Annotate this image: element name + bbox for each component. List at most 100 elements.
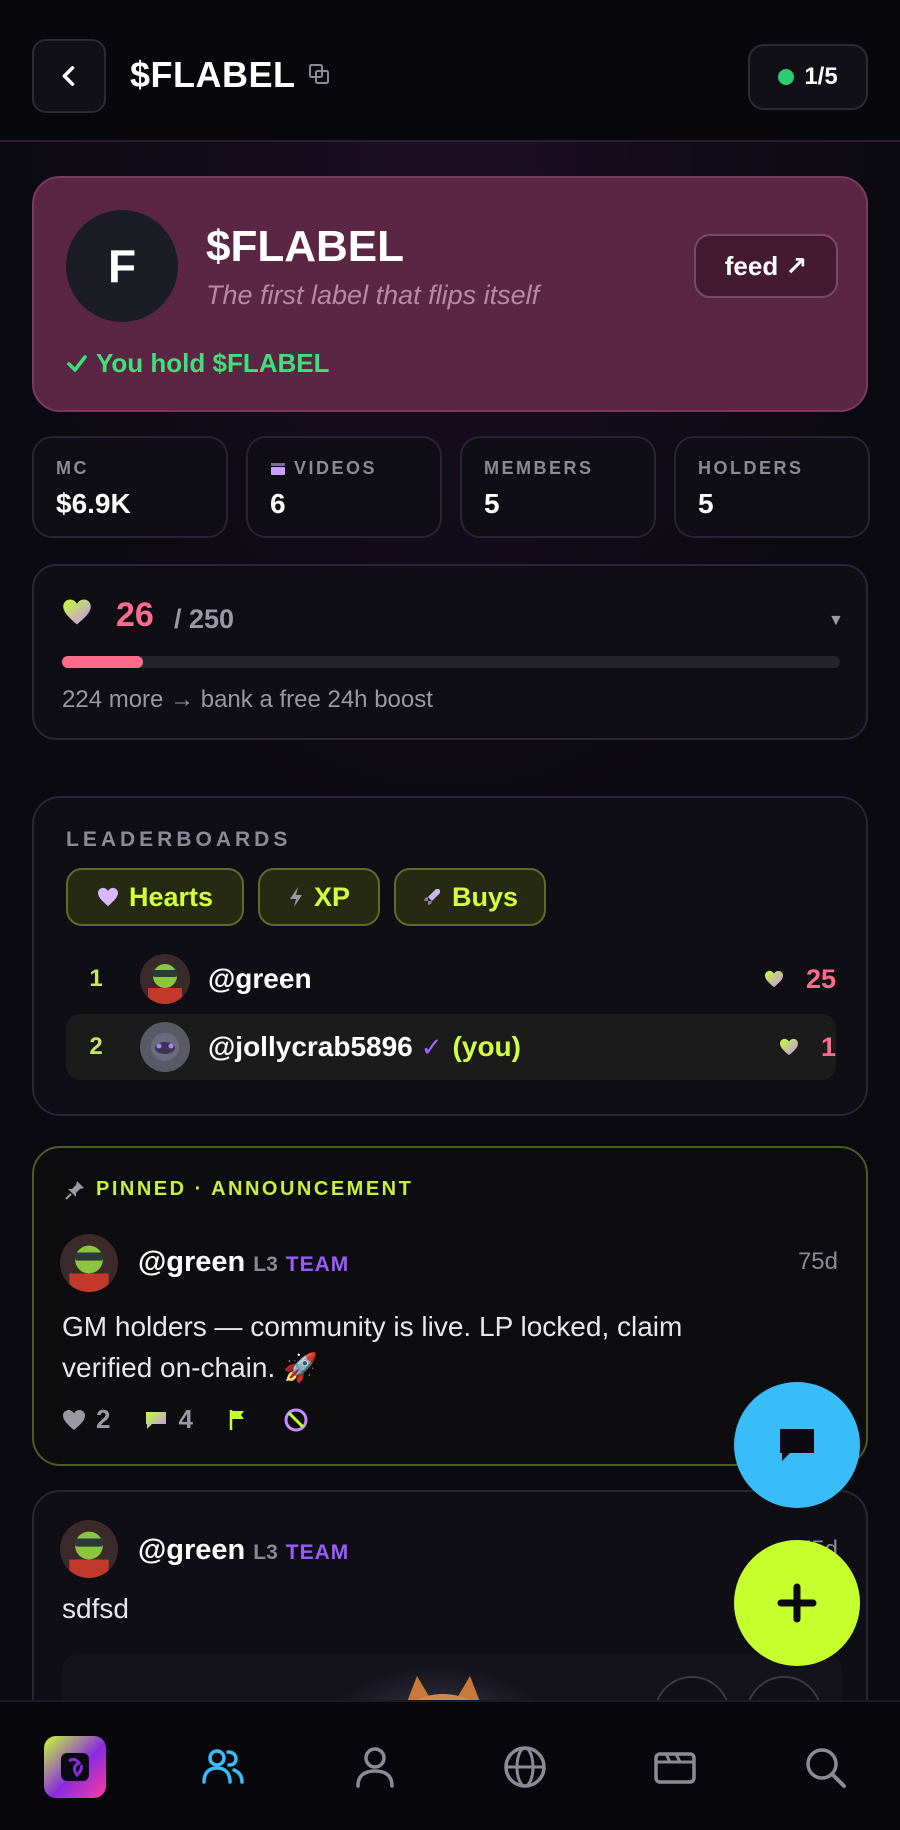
back-button[interactable] bbox=[32, 39, 106, 113]
avatar[interactable] bbox=[60, 1520, 118, 1578]
like-button[interactable]: 2 bbox=[62, 1404, 110, 1435]
heart-icon bbox=[63, 599, 91, 625]
leaderboards-title: LEADERBOARDS bbox=[66, 828, 292, 851]
leaderboard-row-you[interactable]: 2 @jollycrab5896 ✓ (you) 1 bbox=[66, 1014, 836, 1080]
caret-down-icon[interactable]: ▼ bbox=[828, 612, 844, 630]
tab-xp[interactable]: XP bbox=[258, 868, 380, 926]
avatar bbox=[140, 1022, 190, 1072]
score: 25 bbox=[764, 964, 836, 995]
team-badge: TEAM bbox=[285, 1541, 350, 1564]
stat-label: MC bbox=[56, 458, 89, 478]
create-post-fab[interactable] bbox=[734, 1540, 860, 1666]
bottom-navigation bbox=[0, 1700, 900, 1830]
token-avatar: F bbox=[66, 210, 178, 322]
username: @jollycrab5896 bbox=[208, 1031, 413, 1062]
tab-label: Hearts bbox=[128, 881, 214, 912]
rank: 1 bbox=[89, 965, 103, 992]
token-tagline: The first label that flips itself bbox=[206, 280, 540, 310]
progress-fill bbox=[62, 656, 143, 668]
comment-button[interactable]: 4 bbox=[144, 1404, 193, 1435]
search-icon bbox=[806, 1748, 846, 1788]
heart-icon bbox=[764, 970, 783, 988]
hearts-count: 26 bbox=[116, 596, 154, 634]
profile-icon bbox=[356, 1747, 394, 1788]
heart-icon bbox=[63, 1409, 85, 1430]
username: @green bbox=[138, 1246, 246, 1278]
hold-status: You hold $FLABEL bbox=[66, 348, 330, 379]
stat-value: 5 bbox=[484, 488, 500, 519]
token-hero-card: F $FLABEL The first label that flips its… bbox=[32, 176, 868, 412]
status-dot bbox=[778, 69, 795, 85]
post-time: 75d bbox=[797, 1248, 838, 1275]
leaderboard-row[interactable]: 1 @green 25 bbox=[66, 946, 836, 1012]
flag-icon bbox=[229, 1409, 244, 1430]
app-logo bbox=[44, 1736, 106, 1798]
nav-videos[interactable] bbox=[642, 1734, 708, 1800]
stat-members[interactable]: MEMBERS 5 bbox=[460, 436, 656, 538]
post-actions: 2 4 bbox=[62, 1404, 309, 1435]
hold-status-label: You hold $FLABEL bbox=[96, 348, 330, 378]
report-button[interactable] bbox=[227, 1408, 249, 1432]
tab-label: Buys bbox=[451, 881, 519, 912]
stat-label: MEMBERS bbox=[484, 458, 594, 478]
username: @green bbox=[138, 1534, 246, 1566]
leaderboards-card: LEADERBOARDS Hearts XP Buys 1 @green 25 … bbox=[32, 796, 868, 1116]
level-badge: L3 bbox=[253, 1253, 278, 1276]
nav-home[interactable] bbox=[42, 1734, 108, 1800]
score: 1 bbox=[779, 1032, 836, 1063]
pinned-label: PINNED · ANNOUNCEMENT bbox=[64, 1178, 413, 1201]
heart-icon bbox=[97, 887, 118, 907]
stat-value: 5 bbox=[698, 488, 714, 519]
progress-track bbox=[62, 656, 840, 668]
rank: 2 bbox=[89, 1033, 103, 1060]
avatar[interactable] bbox=[60, 1234, 118, 1292]
tab-buys[interactable]: Buys bbox=[394, 868, 546, 926]
bolt-icon bbox=[289, 887, 302, 907]
plus-icon bbox=[777, 1583, 817, 1623]
you-tag: (you) bbox=[452, 1031, 521, 1062]
stat-label: VIDEOS bbox=[270, 458, 377, 479]
verified-check-icon: ✓ bbox=[420, 1031, 443, 1062]
check-icon bbox=[67, 354, 87, 372]
chat-icon bbox=[780, 1429, 814, 1461]
block-button[interactable] bbox=[283, 1407, 309, 1433]
token-name: $FLABEL bbox=[206, 222, 404, 271]
stat-value: 6 bbox=[270, 488, 286, 519]
boost-hint: 224 more → bank a free 24h boost bbox=[62, 686, 433, 713]
hearts-progress-card[interactable]: 26 / 250 ▼ 224 more → bank a free 24h bo… bbox=[32, 564, 868, 740]
top-bar: $FLABEL 1/5 bbox=[0, 0, 900, 142]
page-indicator[interactable]: 1/5 bbox=[748, 44, 868, 110]
post-author[interactable]: @green L3 TEAM bbox=[138, 1534, 349, 1567]
page-indicator-label: 1/5 bbox=[804, 63, 838, 90]
nav-profile[interactable] bbox=[342, 1734, 408, 1800]
nav-explore[interactable] bbox=[492, 1734, 558, 1800]
clapperboard-icon bbox=[271, 462, 285, 475]
post-body: GM holders — community is live. LP locke… bbox=[62, 1311, 683, 1383]
feed-button[interactable]: feed ↗ bbox=[694, 234, 838, 298]
folder-icon bbox=[654, 1752, 696, 1784]
stat-value: $6.9K bbox=[56, 488, 131, 519]
post-body: sdfsd bbox=[62, 1593, 129, 1624]
tab-hearts[interactable]: Hearts bbox=[66, 868, 244, 926]
block-icon bbox=[284, 1408, 308, 1431]
level-badge: L3 bbox=[253, 1541, 278, 1564]
pin-icon bbox=[65, 1180, 84, 1200]
stat-market-cap: MC $6.9K bbox=[32, 436, 228, 538]
post-author[interactable]: @green L3 TEAM bbox=[138, 1246, 349, 1279]
chat-fab[interactable] bbox=[734, 1382, 860, 1508]
team-badge: TEAM bbox=[285, 1253, 350, 1276]
stat-holders[interactable]: HOLDERS 5 bbox=[674, 436, 870, 538]
chevron-left-icon bbox=[62, 66, 75, 86]
community-icon bbox=[202, 1749, 244, 1784]
globe-icon bbox=[504, 1746, 546, 1788]
page-title: $FLABEL bbox=[130, 54, 296, 95]
username: @green bbox=[208, 963, 312, 994]
comment-icon bbox=[146, 1411, 167, 1429]
copy-icon[interactable] bbox=[308, 63, 330, 85]
heart-icon bbox=[779, 1038, 798, 1056]
nav-search[interactable] bbox=[792, 1734, 858, 1800]
hearts-total: / 250 bbox=[174, 604, 235, 634]
stat-videos[interactable]: VIDEOS 6 bbox=[246, 436, 442, 538]
avatar bbox=[140, 954, 190, 1004]
nav-community[interactable] bbox=[190, 1734, 256, 1800]
